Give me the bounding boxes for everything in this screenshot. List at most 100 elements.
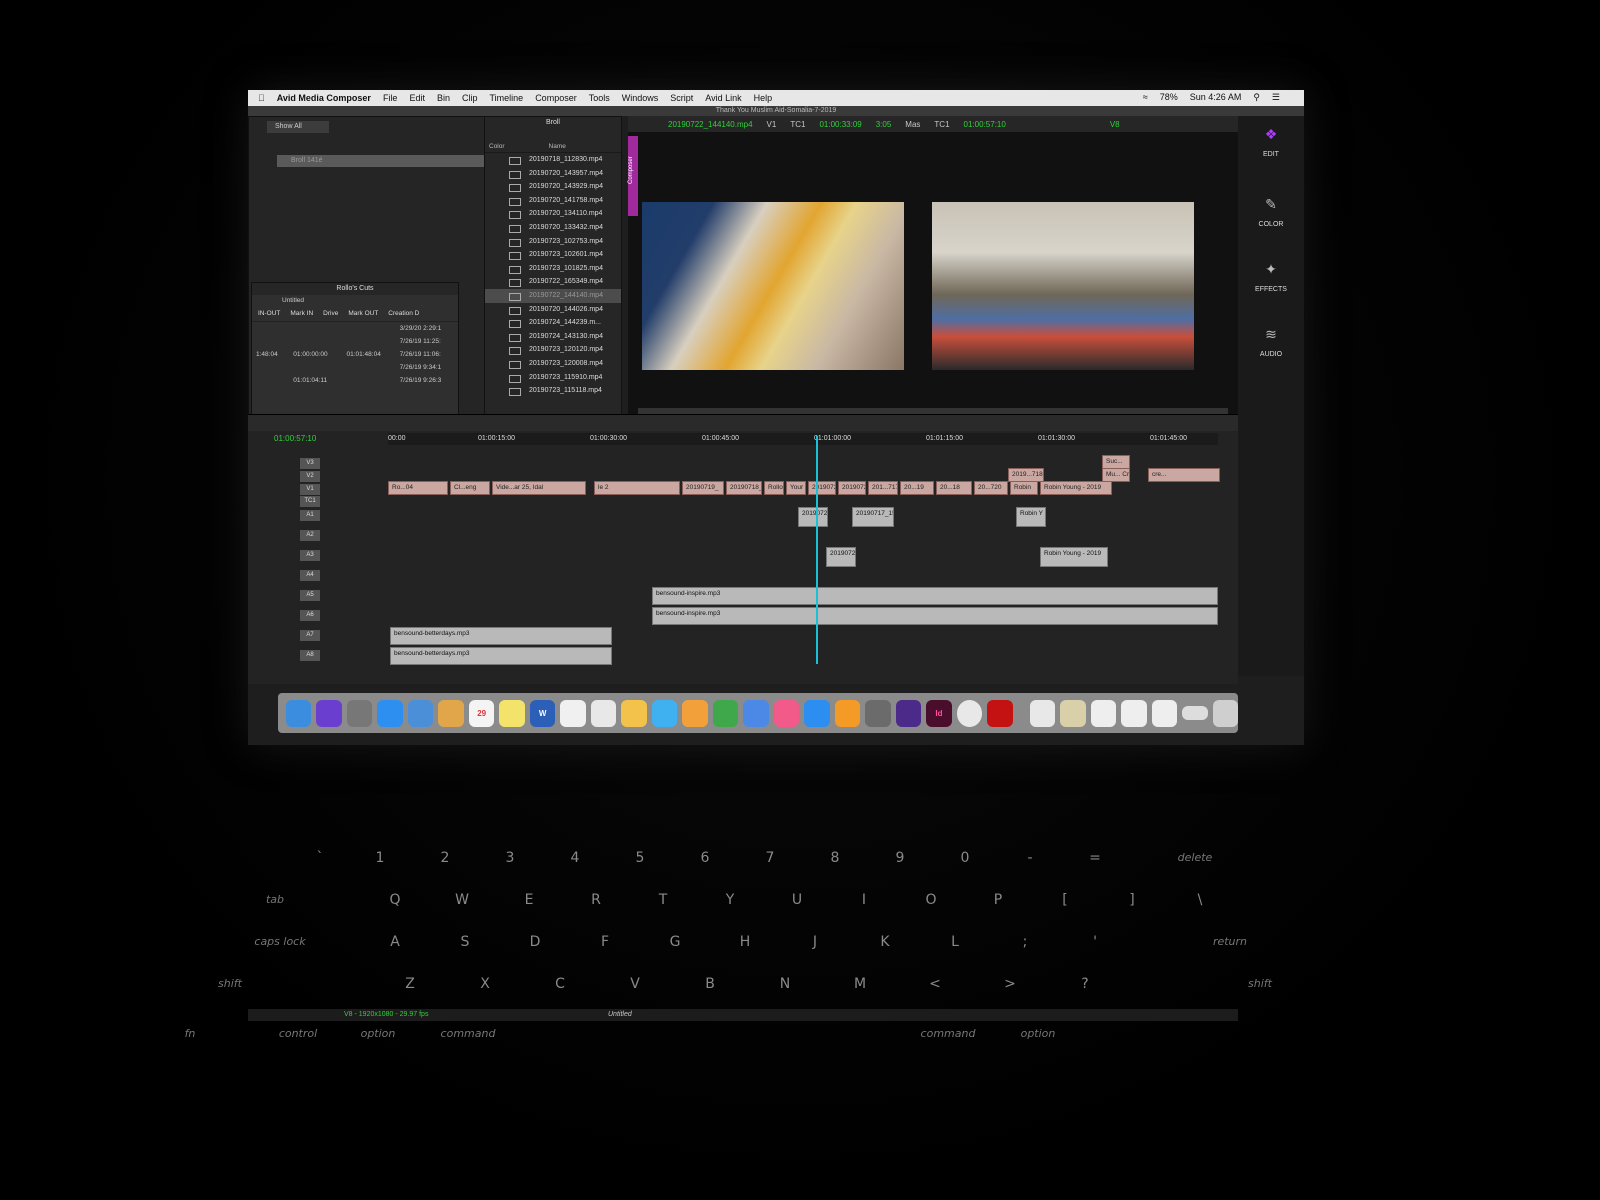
timeline-timecode[interactable]: 01:00:57:10 [274, 434, 316, 443]
clip-duration[interactable]: 3:05 [876, 120, 892, 129]
timeline-clip[interactable]: 20...720 [974, 481, 1008, 495]
col-drive[interactable]: Drive [323, 310, 338, 317]
timeline-ruler[interactable]: 00:00 01:00:15:00 01:00:30:00 01:00:45:0… [388, 433, 1218, 445]
list-item[interactable]: 20190724_144239.m... [485, 316, 621, 330]
track-a3[interactable]: A3 [296, 547, 380, 563]
messages-icon[interactable] [651, 699, 678, 727]
menu-windows[interactable]: Windows [622, 93, 659, 103]
list-item[interactable]: 20190718_112830.mp4 [485, 153, 621, 167]
track-a2[interactable]: A2 [296, 527, 380, 543]
document-icon[interactable] [1029, 699, 1056, 727]
list-item[interactable]: 20190723_115910.mp4 [485, 371, 621, 385]
acrobat-icon[interactable] [987, 699, 1013, 727]
itunes-icon[interactable] [773, 699, 800, 727]
track-a5[interactable]: A5 [296, 587, 380, 603]
doc-file-icon-2[interactable] [1151, 699, 1178, 727]
col-inout[interactable]: IN-OUT [258, 310, 280, 317]
timeline-clip[interactable]: Mu... Cred [1102, 468, 1130, 482]
app-store-icon[interactable] [804, 699, 830, 727]
audio-workspace[interactable]: ≋ AUDIO [1238, 326, 1304, 358]
col-markin[interactable]: Mark IN [290, 310, 313, 317]
timeline-clip[interactable]: 2019072 [838, 481, 866, 495]
stickies-icon[interactable] [499, 699, 525, 727]
calendar-icon[interactable]: 29 [468, 699, 495, 727]
siri-icon[interactable] [316, 699, 342, 727]
preview-icon[interactable] [590, 699, 617, 727]
list-item[interactable]: 20190720_133432.mp4 [485, 221, 621, 235]
list-item[interactable]: 20190723_115118.mp4 [485, 384, 621, 398]
table-row[interactable]: 3/29/20 2:29:1 [252, 322, 458, 335]
menu-file[interactable]: File [383, 93, 398, 103]
list-item[interactable]: 20190720_143957.mp4 [485, 167, 621, 181]
color-workspace[interactable]: ✎ COLOR [1238, 196, 1304, 228]
record-tc-label[interactable]: TC1 [934, 120, 949, 129]
timeline-clip[interactable]: cre... [1148, 468, 1220, 482]
table-row[interactable]: 7/26/19 11:25: [252, 335, 458, 348]
timeline-clip[interactable]: Your [786, 481, 806, 495]
list-item-selected[interactable]: 20190722_144140.mp4 [485, 288, 621, 303]
source-clip-name[interactable]: 20190722_144140.mp4 [668, 120, 753, 129]
keynote-icon[interactable] [743, 699, 769, 727]
menu-timeline[interactable]: Timeline [490, 93, 524, 103]
menu-avid-link[interactable]: Avid Link [705, 93, 741, 103]
timeline-clip[interactable]: 20...18 [936, 481, 972, 495]
mail-icon[interactable] [407, 699, 434, 727]
menu-clip[interactable]: Clip [462, 93, 478, 103]
timeline-clip[interactable]: 2019072 [808, 481, 836, 495]
audio-clip[interactable]: bensound-betterdays.mp3 [390, 627, 612, 645]
list-item[interactable]: 20190720_143929.mp4 [485, 180, 621, 194]
indesign-icon[interactable]: Id [926, 699, 952, 727]
launchpad-icon[interactable] [346, 699, 373, 727]
photos-icon[interactable] [621, 699, 647, 727]
table-row[interactable]: 1:48:04 01:00:00:00 01:01:48:04 7/26/19 11:… [252, 348, 458, 361]
timeline-clip[interactable]: 20190719_ [682, 481, 724, 495]
app-menu[interactable]: Avid Media Composer [277, 93, 371, 103]
col-markout[interactable]: Mark OUT [348, 310, 378, 317]
list-item[interactable]: 20190720_141758.mp4 [485, 194, 621, 208]
list-item[interactable]: 20190720_144026.mp4 [485, 303, 621, 317]
edit-workspace[interactable]: ❖ EDIT [1238, 126, 1304, 158]
list-item[interactable]: 20190723_101825.mp4 [485, 262, 621, 276]
record-monitor[interactable] [932, 202, 1194, 370]
audio-clip[interactable]: bensound-inspire.mp3 [652, 607, 1218, 625]
numbers-icon[interactable] [712, 699, 739, 727]
timeline-clip[interactable]: 2019...718_ [1008, 468, 1044, 482]
finder-icon[interactable] [286, 699, 312, 727]
timeline-clip[interactable]: Rollo [764, 481, 784, 495]
list-item[interactable]: 20190720_134110.mp4 [485, 207, 621, 221]
menubar-clock[interactable]: Sun 4:26 AM [1190, 92, 1242, 103]
timeline-clip[interactable]: Cl...eng [450, 481, 490, 495]
pages-icon[interactable] [682, 699, 708, 727]
timeline-clip[interactable]: Vide...ar 25, Idal [492, 481, 586, 495]
project-search-field[interactable]: Broll 141é [277, 155, 485, 167]
audio-clip[interactable]: 2019072 [826, 547, 856, 567]
word-icon[interactable]: W [529, 699, 556, 727]
audio-clip[interactable]: 20190726 [798, 507, 828, 527]
archive-icon[interactable] [1060, 699, 1086, 727]
audio-clip[interactable]: Robin Young - 2019 [1040, 547, 1108, 567]
doc-file-icon[interactable] [1121, 699, 1147, 727]
track-a4[interactable]: A4 [296, 567, 380, 583]
menu-edit[interactable]: Edit [409, 93, 425, 103]
col-color[interactable]: Color [489, 143, 505, 150]
menu-help[interactable]: Help [754, 93, 773, 103]
composer-tab[interactable]: Composer [628, 136, 638, 216]
audio-clip[interactable]: Robin Y [1016, 507, 1046, 527]
list-item[interactable]: 20190722_165349.mp4 [485, 275, 621, 289]
audio-clip[interactable]: bensound-inspire.mp3 [652, 587, 1218, 605]
list-item[interactable]: 20190724_143130.mp4 [485, 330, 621, 344]
wifi-icon[interactable]: ≈ [1143, 92, 1148, 103]
list-item[interactable]: 20190723_120008.mp4 [485, 357, 621, 371]
col-name[interactable]: Name [549, 143, 566, 150]
battery-percent[interactable]: 78% [1160, 92, 1178, 103]
show-all-dropdown[interactable]: Show All [267, 121, 329, 133]
audio-clip[interactable]: 20190717_15 [852, 507, 894, 527]
cuts-view-dropdown[interactable]: Untitled [252, 295, 458, 306]
timeline-clip[interactable]: 201...717 [868, 481, 898, 495]
track-a7[interactable]: A7 [296, 627, 380, 643]
menu-tools[interactable]: Tools [589, 93, 610, 103]
notification-center-icon[interactable]: ☰ [1272, 92, 1280, 103]
ibooks-icon[interactable] [834, 699, 861, 727]
timeline-clip[interactable]: Suc... [1102, 455, 1130, 469]
timeline-clip[interactable]: Robin [1010, 481, 1038, 495]
